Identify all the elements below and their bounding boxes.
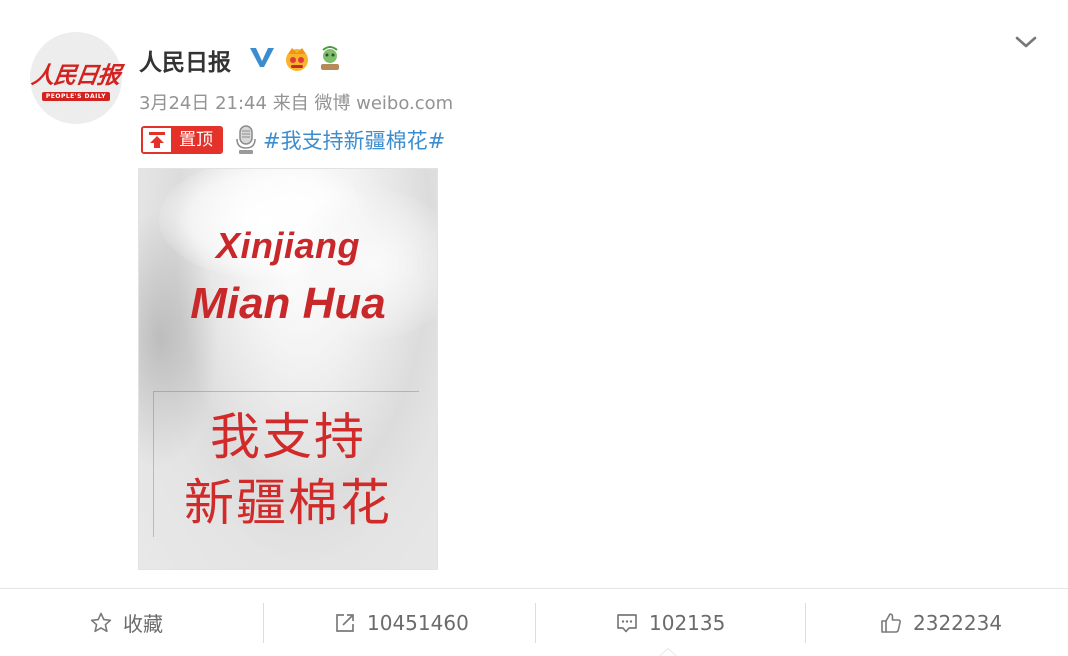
image-title-line1: Xinjiang xyxy=(215,225,360,266)
comment-count: 102135 xyxy=(649,610,726,635)
image-cn-line2: 新疆棉花 xyxy=(184,474,392,532)
avatar-logo-text: 人民日报 xyxy=(29,61,122,89)
post-meta: 3月24日 21:44 来自 微博 weibo.com xyxy=(139,89,453,115)
like-button[interactable]: 2322234 xyxy=(879,589,1002,656)
star-icon xyxy=(90,612,112,632)
repost-count: 10451460 xyxy=(367,610,469,635)
chevron-down-icon[interactable] xyxy=(1014,34,1038,50)
pinned-label: 置顶 xyxy=(171,128,221,152)
comment-button[interactable]: 102135 xyxy=(615,589,725,656)
like-count: 2322234 xyxy=(913,610,1003,635)
hashtag-link[interactable]: #我支持新疆棉花# xyxy=(263,125,445,155)
action-separator xyxy=(805,603,806,643)
plant-badge-icon[interactable] xyxy=(315,44,345,72)
post-text-row: 置顶 #我支持新疆棉花# xyxy=(141,125,445,155)
comment-icon xyxy=(617,613,637,632)
comment-panel-pointer xyxy=(658,648,678,656)
avatar-logo-subtitle: PEOPLE'S DAILY xyxy=(41,91,111,101)
crown-badge-icon[interactable] xyxy=(282,44,312,72)
favorite-button[interactable]: 收藏 xyxy=(89,589,163,656)
action-bar: 收藏 10451460 102135 2322234 xyxy=(0,589,1068,656)
image-title-line2: Mian Hua xyxy=(190,279,386,328)
favorite-label: 收藏 xyxy=(123,612,163,636)
author-avatar[interactable]: 人民日报 PEOPLE'S DAILY xyxy=(30,32,122,124)
image-cn-line1: 我支持 xyxy=(210,408,366,466)
post-time[interactable]: 3月24日 21:44 xyxy=(139,93,267,114)
verified-v-icon xyxy=(250,48,274,67)
action-separator xyxy=(263,603,264,643)
thumbs-up-icon xyxy=(881,612,901,633)
share-icon xyxy=(336,613,354,632)
microphone-icon xyxy=(236,125,256,154)
post-source: 来自 微博 weibo.com xyxy=(272,93,454,114)
pinned-tag: 置顶 xyxy=(141,126,223,154)
pin-up-icon xyxy=(143,128,171,152)
action-separator xyxy=(535,603,536,643)
repost-button[interactable]: 10451460 xyxy=(333,589,469,656)
author-name[interactable]: 人民日报 xyxy=(139,43,231,77)
post-image[interactable]: Xinjiang Mian Hua 我支持 新疆棉花 xyxy=(138,168,438,570)
